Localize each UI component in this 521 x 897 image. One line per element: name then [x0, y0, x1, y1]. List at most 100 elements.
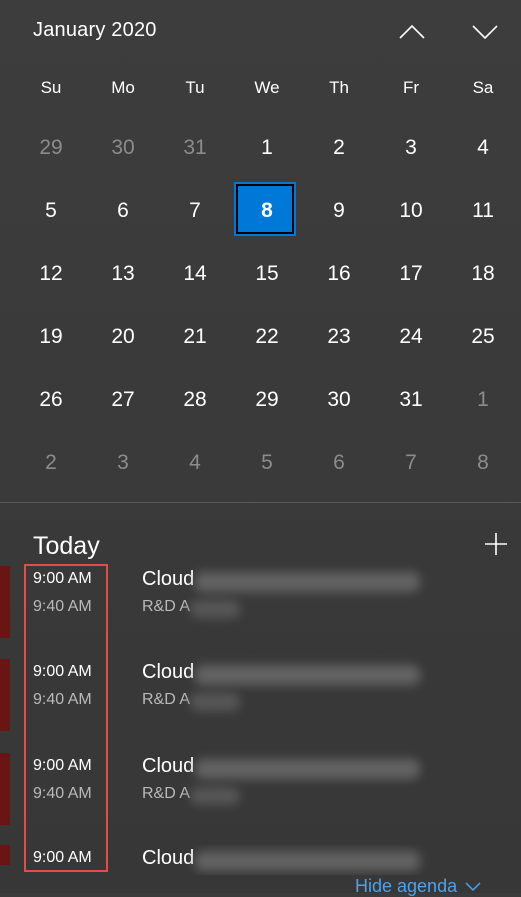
day-cell[interactable]: 1 — [447, 370, 519, 433]
day-cell[interactable]: 20 — [87, 307, 159, 370]
redacted-location-blur — [190, 787, 240, 805]
weekday-label: Sa — [472, 78, 494, 97]
day-number: 6 — [333, 451, 345, 474]
day-cell[interactable]: 23 — [303, 307, 375, 370]
next-month-button[interactable] — [462, 16, 506, 50]
day-number: 20 — [111, 325, 135, 348]
day-number: 7 — [405, 451, 417, 474]
day-cell[interactable]: 10 — [375, 181, 447, 244]
day-number: 30 — [111, 136, 135, 159]
day-cell[interactable]: 30 — [87, 118, 159, 181]
day-cell[interactable]: 11 — [447, 181, 519, 244]
day-cell[interactable]: 17 — [375, 244, 447, 307]
day-cell[interactable]: 7 — [375, 433, 447, 496]
day-number: 24 — [399, 325, 423, 348]
day-cell[interactable]: 21 — [159, 307, 231, 370]
day-number: 29 — [255, 388, 279, 411]
weekday-label: Fr — [402, 78, 420, 97]
day-cell[interactable]: 13 — [87, 244, 159, 307]
agenda-event[interactable]: 9:00 AM 9:40 AM Cloud R&D A — [0, 659, 521, 745]
day-cell[interactable]: 14 — [159, 244, 231, 307]
day-cell[interactable]: 5 — [231, 433, 303, 496]
day-number: 27 — [111, 388, 135, 411]
redacted-location-blur — [190, 693, 240, 711]
event-title: Cloud — [142, 661, 195, 683]
day-cell[interactable]: 29 — [231, 370, 303, 433]
event-end-time: 9:40 AM — [33, 691, 92, 708]
event-start-time: 9:00 AM — [33, 570, 92, 587]
day-cell[interactable]: 7 — [159, 181, 231, 244]
day-cell[interactable]: 6 — [303, 433, 375, 496]
day-number: 2 — [333, 136, 345, 159]
day-number: 8 — [477, 451, 489, 474]
day-number: 5 — [261, 451, 273, 474]
redacted-title-blur — [195, 665, 420, 685]
day-number: 30 — [327, 388, 351, 411]
event-color-bar — [0, 753, 10, 825]
day-number: 21 — [183, 325, 207, 348]
day-cell[interactable]: 12 — [15, 244, 87, 307]
day-number: 1 — [477, 388, 489, 411]
day-number: 28 — [183, 388, 207, 411]
day-cell[interactable]: 30 — [303, 370, 375, 433]
day-cell[interactable]: 25 — [447, 307, 519, 370]
weekday-label: We — [254, 78, 280, 97]
day-cell-today[interactable]: 8 — [231, 181, 303, 244]
day-cell[interactable]: 26 — [15, 370, 87, 433]
event-start-time: 9:00 AM — [33, 757, 92, 774]
day-cell[interactable]: 22 — [231, 307, 303, 370]
event-color-bar — [0, 566, 10, 638]
day-cell[interactable]: 31 — [375, 370, 447, 433]
day-cell[interactable]: 3 — [375, 118, 447, 181]
day-cell[interactable]: 8 — [447, 433, 519, 496]
hide-agenda-button[interactable]: Hide agenda — [355, 876, 481, 897]
day-number: 1 — [261, 136, 273, 159]
day-cell[interactable]: 2 — [303, 118, 375, 181]
day-cell[interactable]: 27 — [87, 370, 159, 433]
event-title: Cloud — [142, 568, 195, 590]
weekday-label: Th — [329, 78, 349, 97]
day-number: 4 — [477, 136, 489, 159]
chevron-down-icon — [465, 882, 481, 892]
redacted-title-blur — [195, 759, 420, 779]
day-number: 16 — [327, 262, 351, 285]
agenda-event[interactable]: 9:00 AM 9:40 AM Cloud R&D A — [0, 753, 521, 839]
weekday-header: Su Mo Tu We Th Fr Sa — [15, 78, 519, 104]
day-number: 14 — [183, 262, 207, 285]
day-number: 13 — [111, 262, 135, 285]
agenda-title: Today — [33, 532, 100, 560]
day-cell[interactable]: 4 — [159, 433, 231, 496]
day-cell[interactable]: 9 — [303, 181, 375, 244]
calendar-days-grid: 29 30 31 1 2 3 4 5 6 7 8 9 10 11 12 13 14 15 16 17 18 19 20 21 2… — [15, 118, 519, 496]
plus-icon — [485, 533, 507, 555]
day-cell[interactable]: 28 — [159, 370, 231, 433]
day-cell[interactable]: 4 — [447, 118, 519, 181]
day-cell[interactable]: 15 — [231, 244, 303, 307]
day-cell[interactable]: 16 — [303, 244, 375, 307]
day-cell[interactable]: 3 — [87, 433, 159, 496]
day-cell[interactable]: 6 — [87, 181, 159, 244]
day-number: 8 — [261, 199, 273, 222]
day-cell[interactable]: 31 — [159, 118, 231, 181]
day-cell[interactable]: 24 — [375, 307, 447, 370]
day-cell[interactable]: 1 — [231, 118, 303, 181]
agenda-event[interactable]: 9:00 AM 9:40 AM Cloud R&D A — [0, 566, 521, 652]
agenda-event[interactable]: 9:00 AM Cloud — [0, 845, 521, 875]
day-cell[interactable]: 19 — [15, 307, 87, 370]
month-title[interactable]: January 2020 — [33, 19, 157, 42]
day-cell[interactable]: 5 — [15, 181, 87, 244]
day-number: 3 — [117, 451, 129, 474]
day-number: 9 — [333, 199, 345, 222]
hide-agenda-label: Hide agenda — [355, 876, 458, 896]
add-event-button[interactable] — [482, 530, 510, 558]
day-cell[interactable]: 2 — [15, 433, 87, 496]
chevron-up-icon — [399, 24, 425, 39]
day-number: 12 — [39, 262, 63, 285]
day-number: 15 — [255, 262, 279, 285]
day-number: 19 — [39, 325, 63, 348]
day-cell[interactable]: 29 — [15, 118, 87, 181]
day-cell[interactable]: 18 — [447, 244, 519, 307]
day-number: 22 — [255, 325, 279, 348]
day-number: 29 — [39, 136, 63, 159]
previous-month-button[interactable] — [389, 16, 433, 50]
